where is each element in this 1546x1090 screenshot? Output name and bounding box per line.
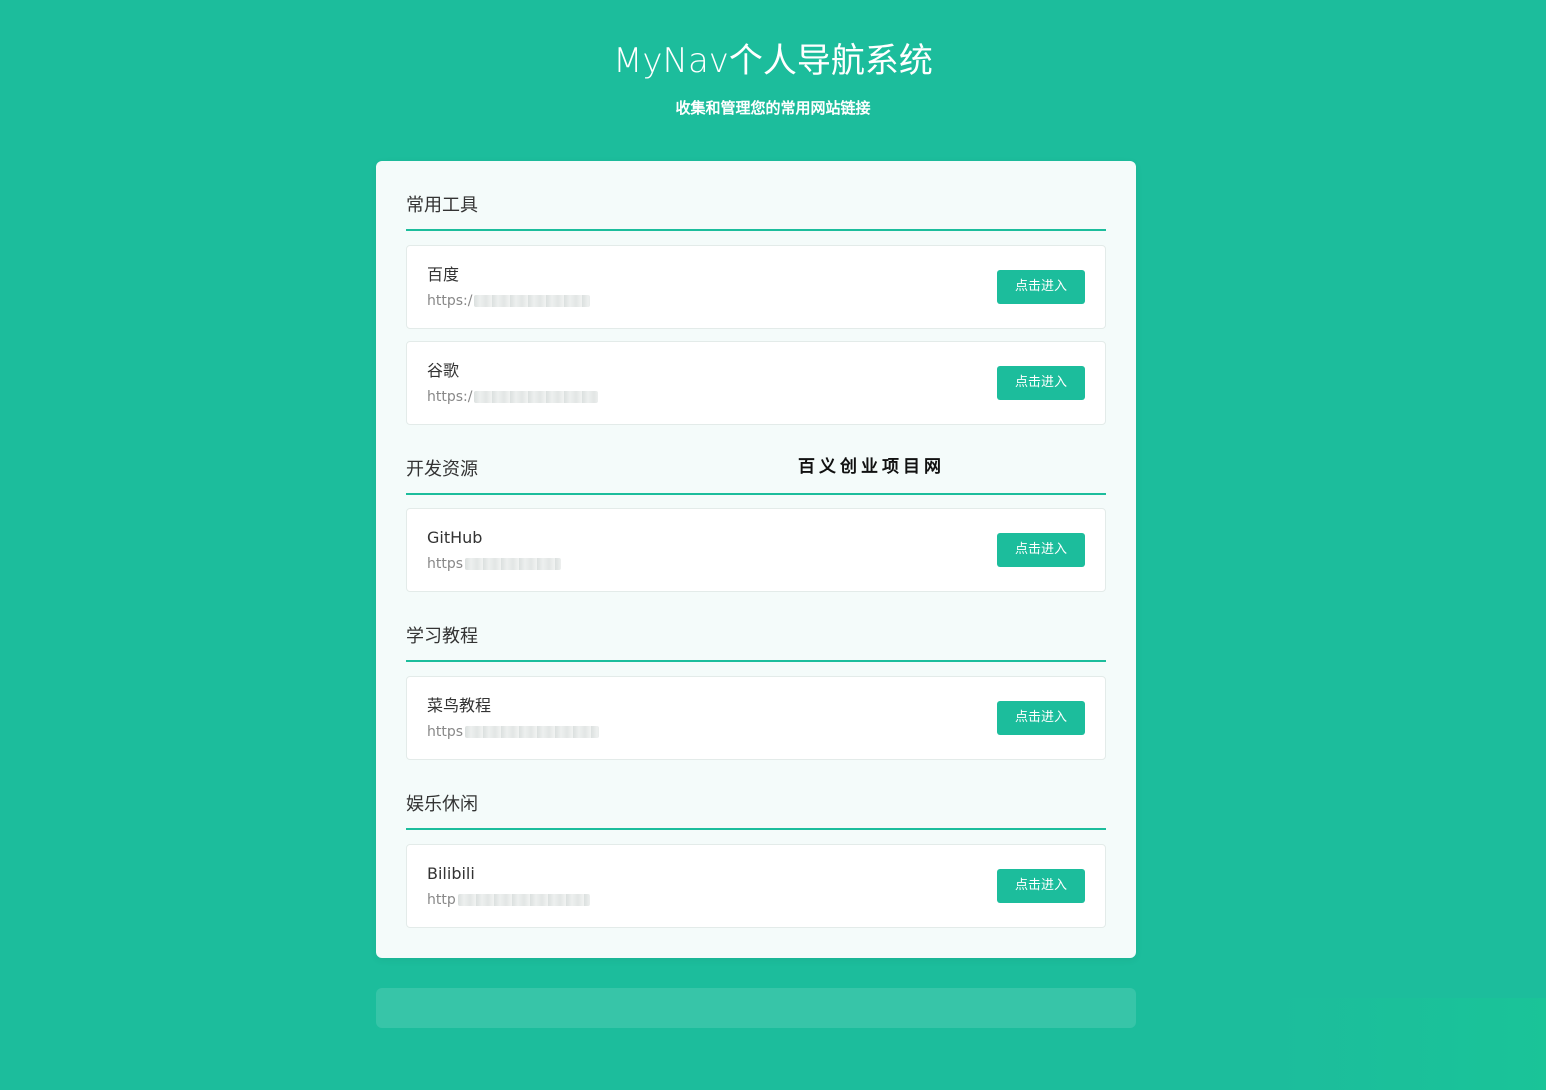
redacted-url-blur [457, 894, 590, 906]
link-url: http [427, 890, 590, 910]
section-title: 开发资源 [406, 459, 478, 480]
link-card-google: 谷歌 https:/ 点击进入 [406, 341, 1106, 425]
link-url-prefix: https [427, 556, 464, 572]
link-name: GitHub [427, 528, 483, 547]
link-url-prefix: https [427, 724, 464, 740]
section-header-dev: 开发资源 百义创业项目网 [406, 457, 1106, 495]
link-card-baidu: 百度 https:/ 点击进入 [406, 245, 1106, 329]
link-name: 谷歌 [427, 361, 460, 380]
link-url-prefix: https:/ [427, 389, 473, 405]
redacted-url-blur [465, 726, 600, 738]
enter-button[interactable]: 点击进入 [997, 533, 1085, 567]
corner-decoration [1276, 998, 1546, 1090]
enter-button[interactable]: 点击进入 [997, 270, 1085, 304]
navigation-panel: 常用工具 百度 https:/ 点击进入 谷歌 https:/ 点击进入 开发资… [376, 161, 1136, 958]
page-subtitle: 收集和管理您的常用网站链接 [675, 99, 871, 117]
redacted-url-blur [474, 391, 599, 403]
link-url-prefix: https:/ [427, 293, 473, 309]
page-title: MyNav个人导航系统 [613, 41, 933, 81]
enter-button[interactable]: 点击进入 [997, 701, 1085, 735]
link-url-prefix: http [427, 892, 456, 908]
section-title: 娱乐休闲 [406, 794, 478, 815]
link-url: https [427, 722, 600, 742]
redacted-url-blur [465, 558, 562, 570]
link-url: https:/ [427, 387, 599, 407]
link-card-bilibili: Bilibili http 点击进入 [406, 844, 1106, 928]
link-url: https [427, 554, 562, 574]
footer-bar [376, 988, 1136, 1028]
link-url: https:/ [427, 291, 591, 311]
enter-button[interactable]: 点击进入 [997, 366, 1085, 400]
section-header-entertainment: 娱乐休闲 [406, 792, 1106, 830]
enter-button[interactable]: 点击进入 [997, 869, 1085, 903]
link-name: Bilibili [427, 864, 475, 883]
redacted-url-blur [474, 295, 591, 307]
section-header-tools: 常用工具 [406, 193, 1106, 231]
link-card-github: GitHub https 点击进入 [406, 508, 1106, 592]
link-name: 百度 [427, 265, 460, 284]
link-name: 菜鸟教程 [427, 696, 492, 715]
watermark-text: 百义创业项目网 [798, 457, 945, 477]
link-card-runoob: 菜鸟教程 https 点击进入 [406, 676, 1106, 760]
section-title: 学习教程 [406, 626, 478, 647]
section-header-learning: 学习教程 [406, 624, 1106, 662]
section-title: 常用工具 [406, 195, 478, 216]
